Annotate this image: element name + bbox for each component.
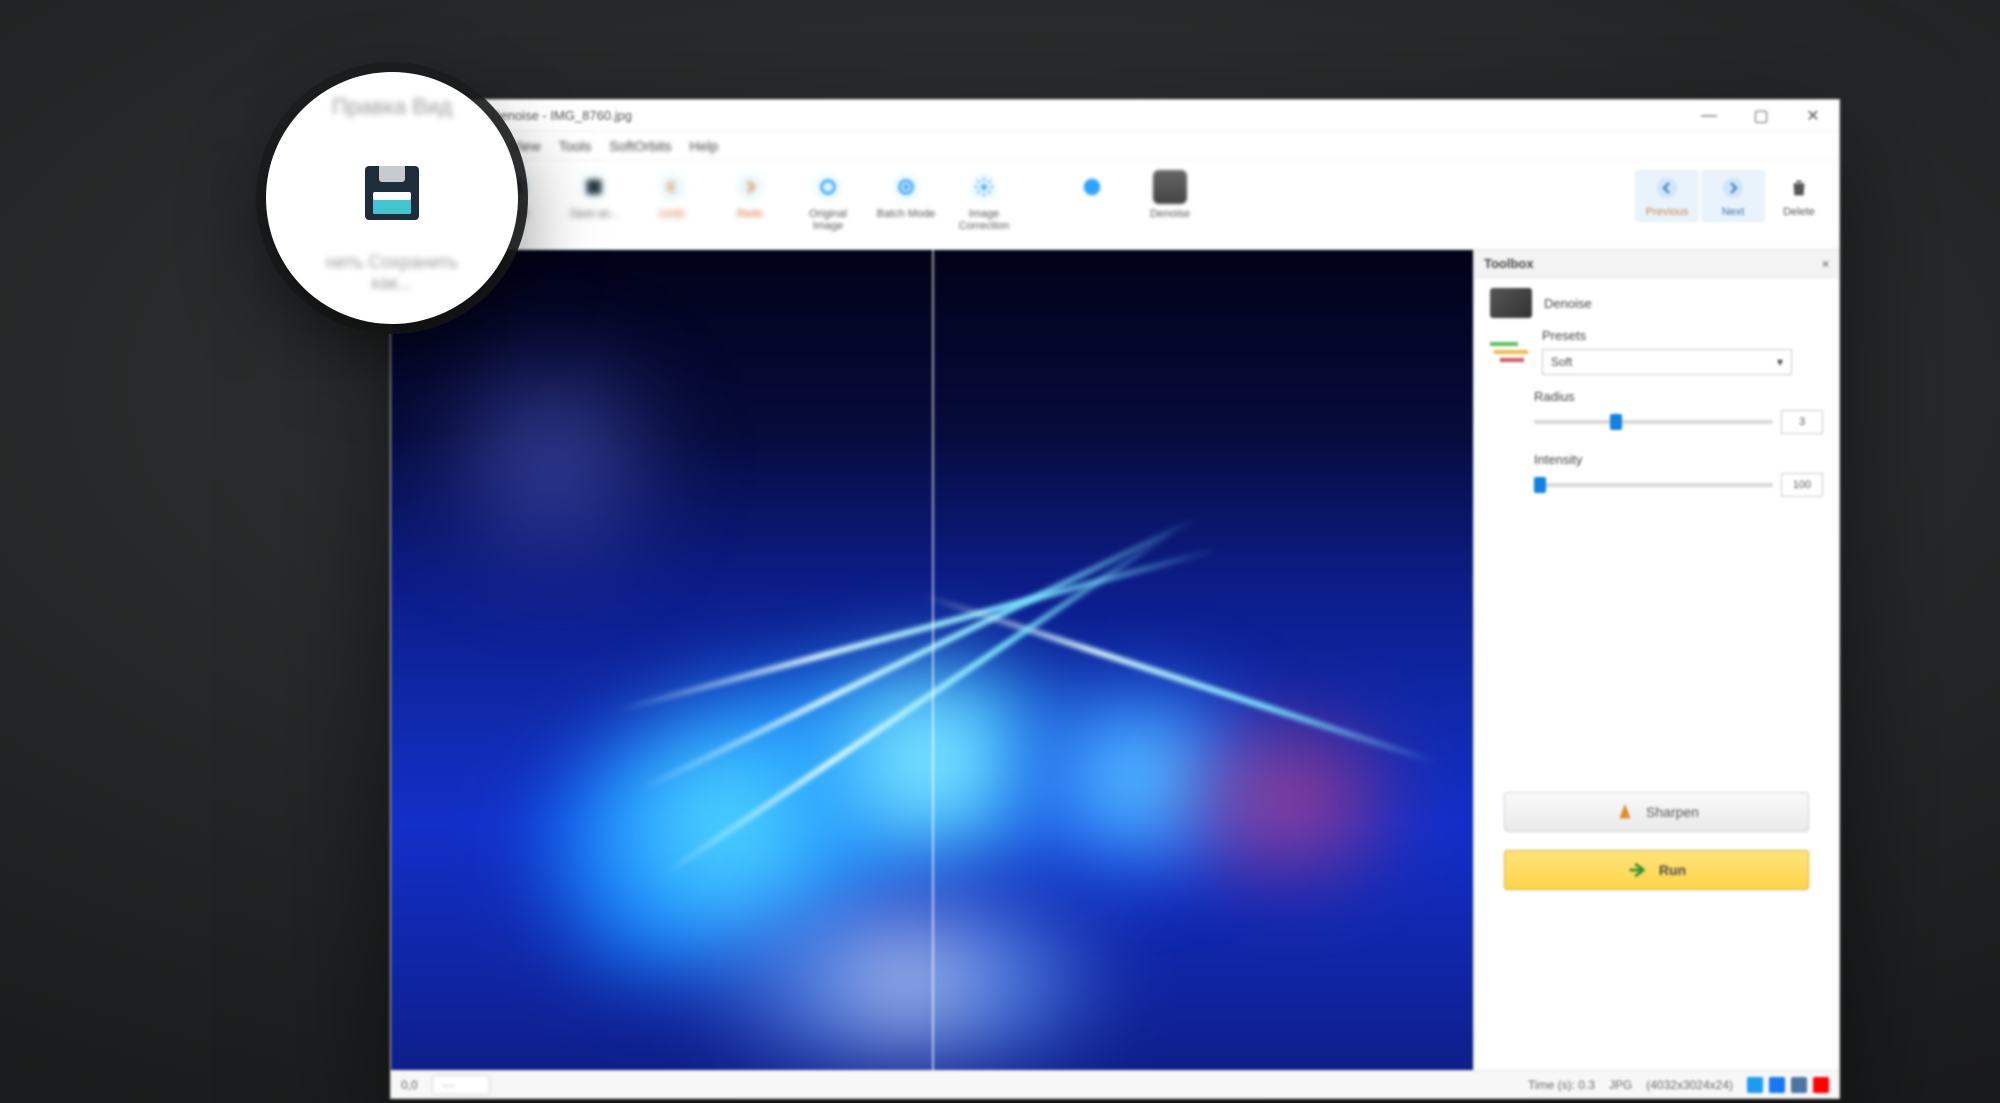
radius-label: Radius (1534, 389, 1823, 404)
zoom-callout-menubar: Правка Вид (266, 94, 518, 120)
presets-icon (1490, 338, 1530, 366)
delete-icon (1785, 174, 1813, 202)
toolbar-batch-mode[interactable]: Batch Mode (867, 166, 945, 220)
next-icon (1719, 174, 1747, 202)
toolbar-delete[interactable]: Delete (1767, 170, 1831, 222)
toolbar-denoise[interactable]: Denoise (1131, 166, 1209, 220)
sharpen-icon (1614, 801, 1636, 823)
toolbar-redo[interactable]: Redo (711, 166, 789, 220)
minimize-button[interactable]: — (1683, 100, 1735, 132)
image-canvas[interactable] (391, 250, 1473, 1070)
maximize-button[interactable]: ▢ (1735, 100, 1787, 132)
floppy-disk-icon (365, 166, 419, 220)
image-correction-icon (967, 170, 1001, 204)
status-social (1747, 1077, 1829, 1093)
status-coords: 0,0 (401, 1078, 418, 1092)
close-button[interactable]: ✕ (1787, 100, 1839, 132)
menu-tools[interactable]: Tools (559, 138, 592, 154)
status-format: JPG (1609, 1078, 1632, 1092)
intensity-value[interactable]: 100 (1781, 473, 1823, 497)
status-time: Time (s): 0.3 (1528, 1078, 1595, 1092)
chevron-down-icon: ▾ (1777, 355, 1783, 369)
titlebar: Easy Photo Denoise - IMG_8760.jpg — ▢ ✕ (391, 100, 1839, 132)
denoise-section-icon (1490, 288, 1532, 318)
menu-help[interactable]: Help (690, 138, 719, 154)
toolbar-image-correction[interactable]: Image Correction (945, 166, 1023, 232)
batch-mode-icon (889, 170, 923, 204)
twitter-icon[interactable] (1747, 1077, 1763, 1093)
run-icon (1627, 859, 1649, 881)
menu-softorbits[interactable]: SoftOrbits (609, 138, 671, 154)
presets-label: Presets (1542, 328, 1823, 343)
youtube-icon[interactable] (1813, 1077, 1829, 1093)
workarea: Toolbox × Denoise Presets Soft (391, 250, 1839, 1070)
run-button[interactable]: Run (1504, 850, 1809, 890)
radius-value[interactable]: 3 (1781, 410, 1823, 434)
toolbar: Open Save Save as... Undo Redo Original … (391, 160, 1839, 250)
toolbar-original-image[interactable]: Original Image (789, 166, 867, 232)
radius-slider[interactable] (1534, 420, 1773, 424)
sharpen-button[interactable]: Sharpen (1504, 792, 1809, 832)
toolbar-saveas[interactable]: Save as... (555, 166, 633, 220)
presets-select[interactable]: Soft ▾ (1542, 349, 1792, 375)
toolbar-undo[interactable]: Undo (633, 166, 711, 220)
statusbar: 0,0 — Time (s): 0.3 JPG (4032x3024x24) (391, 1070, 1839, 1098)
toolbox-close-icon[interactable]: × (1822, 257, 1829, 271)
zoom-callout-labels: нить Сохранить как... (266, 252, 518, 294)
denoise-section-label: Denoise (1544, 296, 1592, 311)
denoise-icon (1075, 170, 1109, 204)
app-window: Easy Photo Denoise - IMG_8760.jpg — ▢ ✕ … (390, 99, 1840, 1099)
menu-view[interactable]: View (510, 138, 540, 154)
toolbar-previous[interactable]: Previous (1635, 170, 1699, 222)
menubar: Файл Вид View Tools SoftOrbits Help (391, 132, 1839, 160)
toolbar-denoise-active[interactable] (1053, 166, 1131, 220)
status-zoom[interactable]: — (432, 1075, 490, 1095)
intensity-slider[interactable] (1534, 483, 1773, 487)
toolbar-next[interactable]: Next (1701, 170, 1765, 222)
toolbox-title: Toolbox × (1474, 250, 1839, 278)
zoom-callout: Правка Вид нить Сохранить как... (266, 72, 518, 324)
original-image-icon (811, 170, 845, 204)
toolbox-panel: Toolbox × Denoise Presets Soft (1473, 250, 1839, 1070)
toolbar-denoise-spacer (1023, 166, 1053, 170)
denoise-dark-icon (1153, 170, 1187, 204)
intensity-label: Intensity (1534, 452, 1823, 467)
vk-icon[interactable] (1791, 1077, 1807, 1093)
facebook-icon[interactable] (1769, 1077, 1785, 1093)
status-dimensions: (4032x3024x24) (1646, 1078, 1733, 1092)
previous-icon (1653, 174, 1681, 202)
save-as-icon (365, 166, 419, 220)
